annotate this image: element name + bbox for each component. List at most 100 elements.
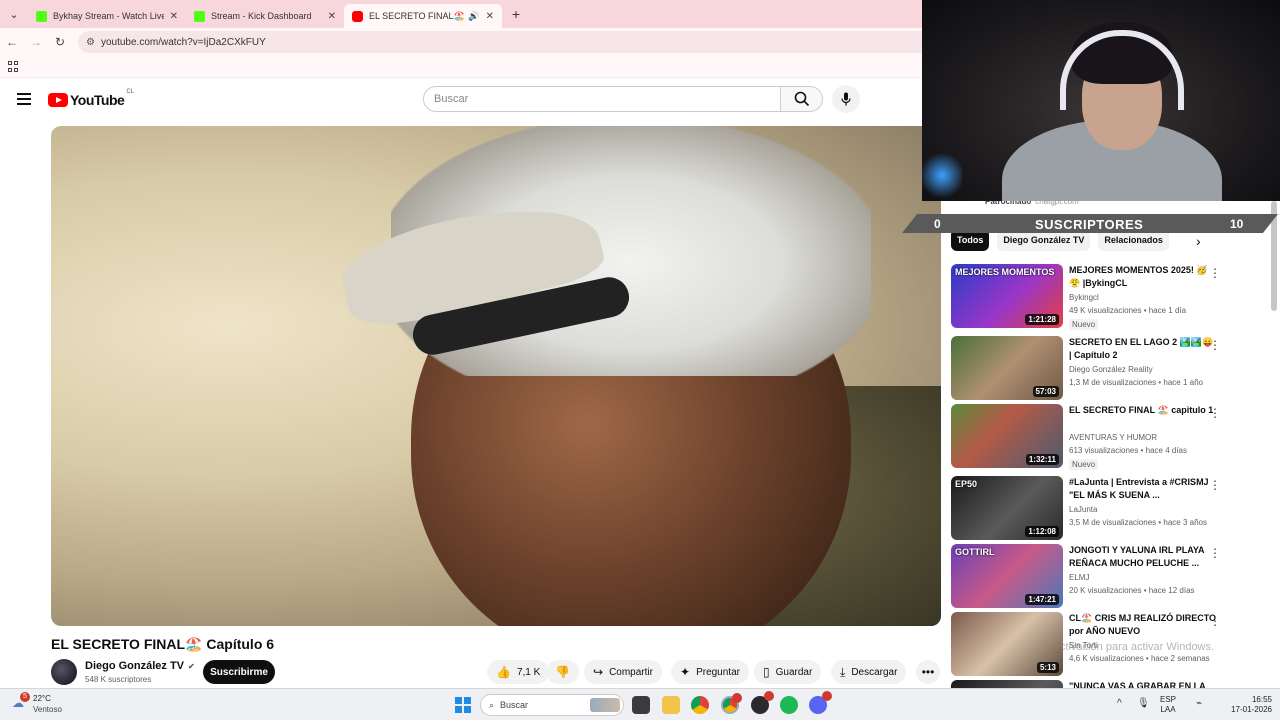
recommendation-item[interactable]: 57:03 SECRETO EN EL LAGO 2 🏞️🏞️😛 | Capít…: [951, 336, 1263, 400]
tray-chevron-up-icon[interactable]: ^: [1117, 698, 1122, 709]
logo-wordmark: YouTube: [70, 92, 125, 108]
microphone-icon: [841, 92, 851, 106]
obs-icon[interactable]: [751, 691, 774, 714]
new-badge: Nuevo: [1069, 319, 1099, 330]
more-vertical-icon[interactable]: ⋮: [1209, 406, 1221, 420]
search-input[interactable]: Buscar: [423, 86, 781, 112]
recommendation-title[interactable]: CL🏖️ CRIS MJ REALIZÓ DIRECTO por AÑO NUE…: [1069, 612, 1217, 638]
site-settings-icon[interactable]: ⚙: [86, 37, 95, 48]
tab-kick-dashboard[interactable]: Stream - Kick Dashboard ✕: [186, 4, 344, 28]
chrome-icon[interactable]: [691, 696, 709, 714]
video-thumbnail[interactable]: MEJORES MOMENTOS 1:21:28: [951, 264, 1063, 328]
sub-goal-current: 0: [934, 217, 941, 231]
more-vertical-icon[interactable]: ⋮: [1209, 338, 1221, 352]
more-vertical-icon[interactable]: ⋮: [1209, 614, 1221, 628]
video-thumbnail[interactable]: [951, 680, 1063, 688]
tab-bykhay-stream[interactable]: Bykhay Stream - Watch Live on ✕: [28, 4, 186, 28]
discord-icon[interactable]: [809, 691, 832, 714]
kick-icon: [194, 10, 205, 22]
save-button[interactable]: ▯ Guardar: [754, 660, 822, 684]
video-thumbnail[interactable]: 57:03: [951, 336, 1063, 400]
share-label: Compartir: [609, 666, 653, 678]
taskbar-search[interactable]: ⌕ Buscar: [480, 694, 624, 716]
more-actions-button[interactable]: •••: [916, 660, 940, 684]
recommendation-channel[interactable]: ELMJ: [1069, 573, 1089, 582]
recommendation-title[interactable]: EL SECRETO FINAL 🏖️ capitulo 1: [1069, 404, 1217, 417]
recommendation-channel[interactable]: Diego González Reality: [1069, 365, 1153, 374]
new-tab-button[interactable]: +: [502, 6, 530, 22]
file-explorer-icon[interactable]: [662, 696, 680, 714]
subscriber-count: 548 K suscriptores: [85, 675, 152, 684]
close-icon[interactable]: ✕: [328, 11, 336, 22]
recommendation-item[interactable]: GOTTIRL 1:47:21 JONGOTI Y YALUNA IRL PLA…: [951, 544, 1263, 608]
tab-search-chevron-icon[interactable]: ⌄: [0, 0, 28, 28]
apps-grid-icon[interactable]: [8, 61, 19, 72]
recommendation-title[interactable]: MEJORES MOMENTOS 2025! 🥳😤 |BykingCL: [1069, 264, 1217, 290]
forward-icon[interactable]: →: [24, 35, 48, 49]
hamburger-menu-icon[interactable]: [17, 93, 31, 108]
video-thumbnail[interactable]: 5:13: [951, 612, 1063, 676]
close-icon[interactable]: ✕: [170, 11, 178, 22]
recommendation-channel[interactable]: Bykingcl: [1069, 293, 1099, 302]
recommendation-item[interactable]: MEJORES MOMENTOS 1:21:28 MEJORES MOMENTO…: [951, 264, 1263, 330]
verified-icon: ✔: [188, 661, 195, 671]
channel-name[interactable]: Diego González TV: [85, 660, 184, 672]
recommendation-item[interactable]: EP50 1:12:08 #LaJunta | Entrevista a #CR…: [951, 476, 1263, 540]
speaker-icon[interactable]: 🔊: [468, 11, 479, 22]
video-title: EL SECRETO FINAL🏖️ Capítulo 6: [51, 636, 275, 652]
subscriber-goal-banner: 0 SUSCRIPTORES 10: [902, 214, 1278, 233]
url-field[interactable]: ⚙ youtube.com/watch?v=IjDa2CXkFUY: [78, 31, 938, 53]
recommendation-meta: 3,5 M de visualizaciones • hace 3 años: [1069, 518, 1207, 527]
taskbar-clock[interactable]: 16:55 17-01-2026: [1220, 695, 1272, 715]
recommendation-channel[interactable]: AVENTURAS Y HUMOR: [1069, 433, 1157, 442]
clock-time: 16:55: [1251, 695, 1272, 704]
download-icon: ⤓: [840, 664, 846, 679]
reload-icon[interactable]: ↻: [48, 35, 72, 49]
subscribe-button[interactable]: Suscribirme: [203, 660, 275, 684]
channel-name-row[interactable]: Diego González TV ✔: [85, 660, 195, 672]
youtube-logo[interactable]: YouTube CL: [48, 89, 134, 108]
recommendation-title[interactable]: JONGOTI Y YALUNA IRL PLAYA REÑACA MUCHO …: [1069, 544, 1217, 570]
ask-button[interactable]: ✦ Preguntar: [671, 660, 749, 684]
recommendation-title[interactable]: #LaJunta | Entrevista a #CRISMJ "EL MÁS …: [1069, 476, 1217, 502]
download-button[interactable]: ⤓ Descargar: [831, 660, 907, 684]
more-vertical-icon[interactable]: ⋮: [1209, 266, 1221, 280]
spotify-icon[interactable]: [780, 696, 798, 714]
video-thumbnail[interactable]: 1:32:11: [951, 404, 1063, 468]
share-icon: ↪: [593, 665, 604, 679]
recommendation-item[interactable]: "NUNCA VAS A GRABAR EN LA: [951, 680, 1263, 688]
more-vertical-icon[interactable]: ⋮: [1209, 478, 1221, 492]
notification-badge: [822, 691, 832, 701]
video-player[interactable]: [51, 126, 941, 626]
network-icon[interactable]: ⌁: [1196, 698, 1202, 709]
back-icon[interactable]: ←: [0, 35, 24, 49]
download-label: Descargar: [851, 666, 898, 678]
tab-youtube-video[interactable]: EL SECRETO FINAL🏖️ Capí 🔊 ✕: [344, 4, 502, 28]
dislike-button[interactable]: 👎: [546, 660, 579, 684]
like-button[interactable]: 👍 7,1 K: [487, 660, 550, 684]
voice-search-button[interactable]: [832, 85, 860, 113]
share-button[interactable]: ↪ Compartir: [584, 660, 662, 684]
duration-badge: 1:12:08: [1025, 526, 1059, 537]
windows-start-icon[interactable]: [455, 697, 471, 713]
channel-avatar[interactable]: [51, 659, 77, 685]
close-icon[interactable]: ✕: [486, 11, 494, 22]
task-view-icon[interactable]: [632, 696, 650, 714]
video-thumbnail[interactable]: GOTTIRL 1:47:21: [951, 544, 1063, 608]
recommendation-channel[interactable]: LaJunta: [1069, 505, 1097, 514]
chrome-active-icon[interactable]: [721, 693, 742, 714]
chevron-right-icon[interactable]: ›: [1196, 233, 1201, 249]
notification-badge: [764, 691, 774, 701]
video-thumbnail[interactable]: EP50 1:12:08: [951, 476, 1063, 540]
kick-icon: [36, 10, 47, 22]
recommendation-title[interactable]: "NUNCA VAS A GRABAR EN LA: [1069, 680, 1217, 688]
save-label: Guardar: [775, 666, 813, 678]
recommendation-title[interactable]: SECRETO EN EL LAGO 2 🏞️🏞️😛 | Capítulo 2: [1069, 336, 1217, 362]
more-vertical-icon[interactable]: ⋮: [1209, 546, 1221, 560]
language-indicator[interactable]: ESP LAA: [1160, 695, 1176, 715]
notification-badge: 5: [20, 692, 30, 702]
recommendation-item[interactable]: 1:32:11 EL SECRETO FINAL 🏖️ capitulo 1 A…: [951, 404, 1263, 470]
sub-goal-target: 10: [1230, 217, 1244, 231]
tray-microphone-icon[interactable]: 🎙: [1137, 698, 1150, 709]
search-button[interactable]: [781, 86, 823, 112]
